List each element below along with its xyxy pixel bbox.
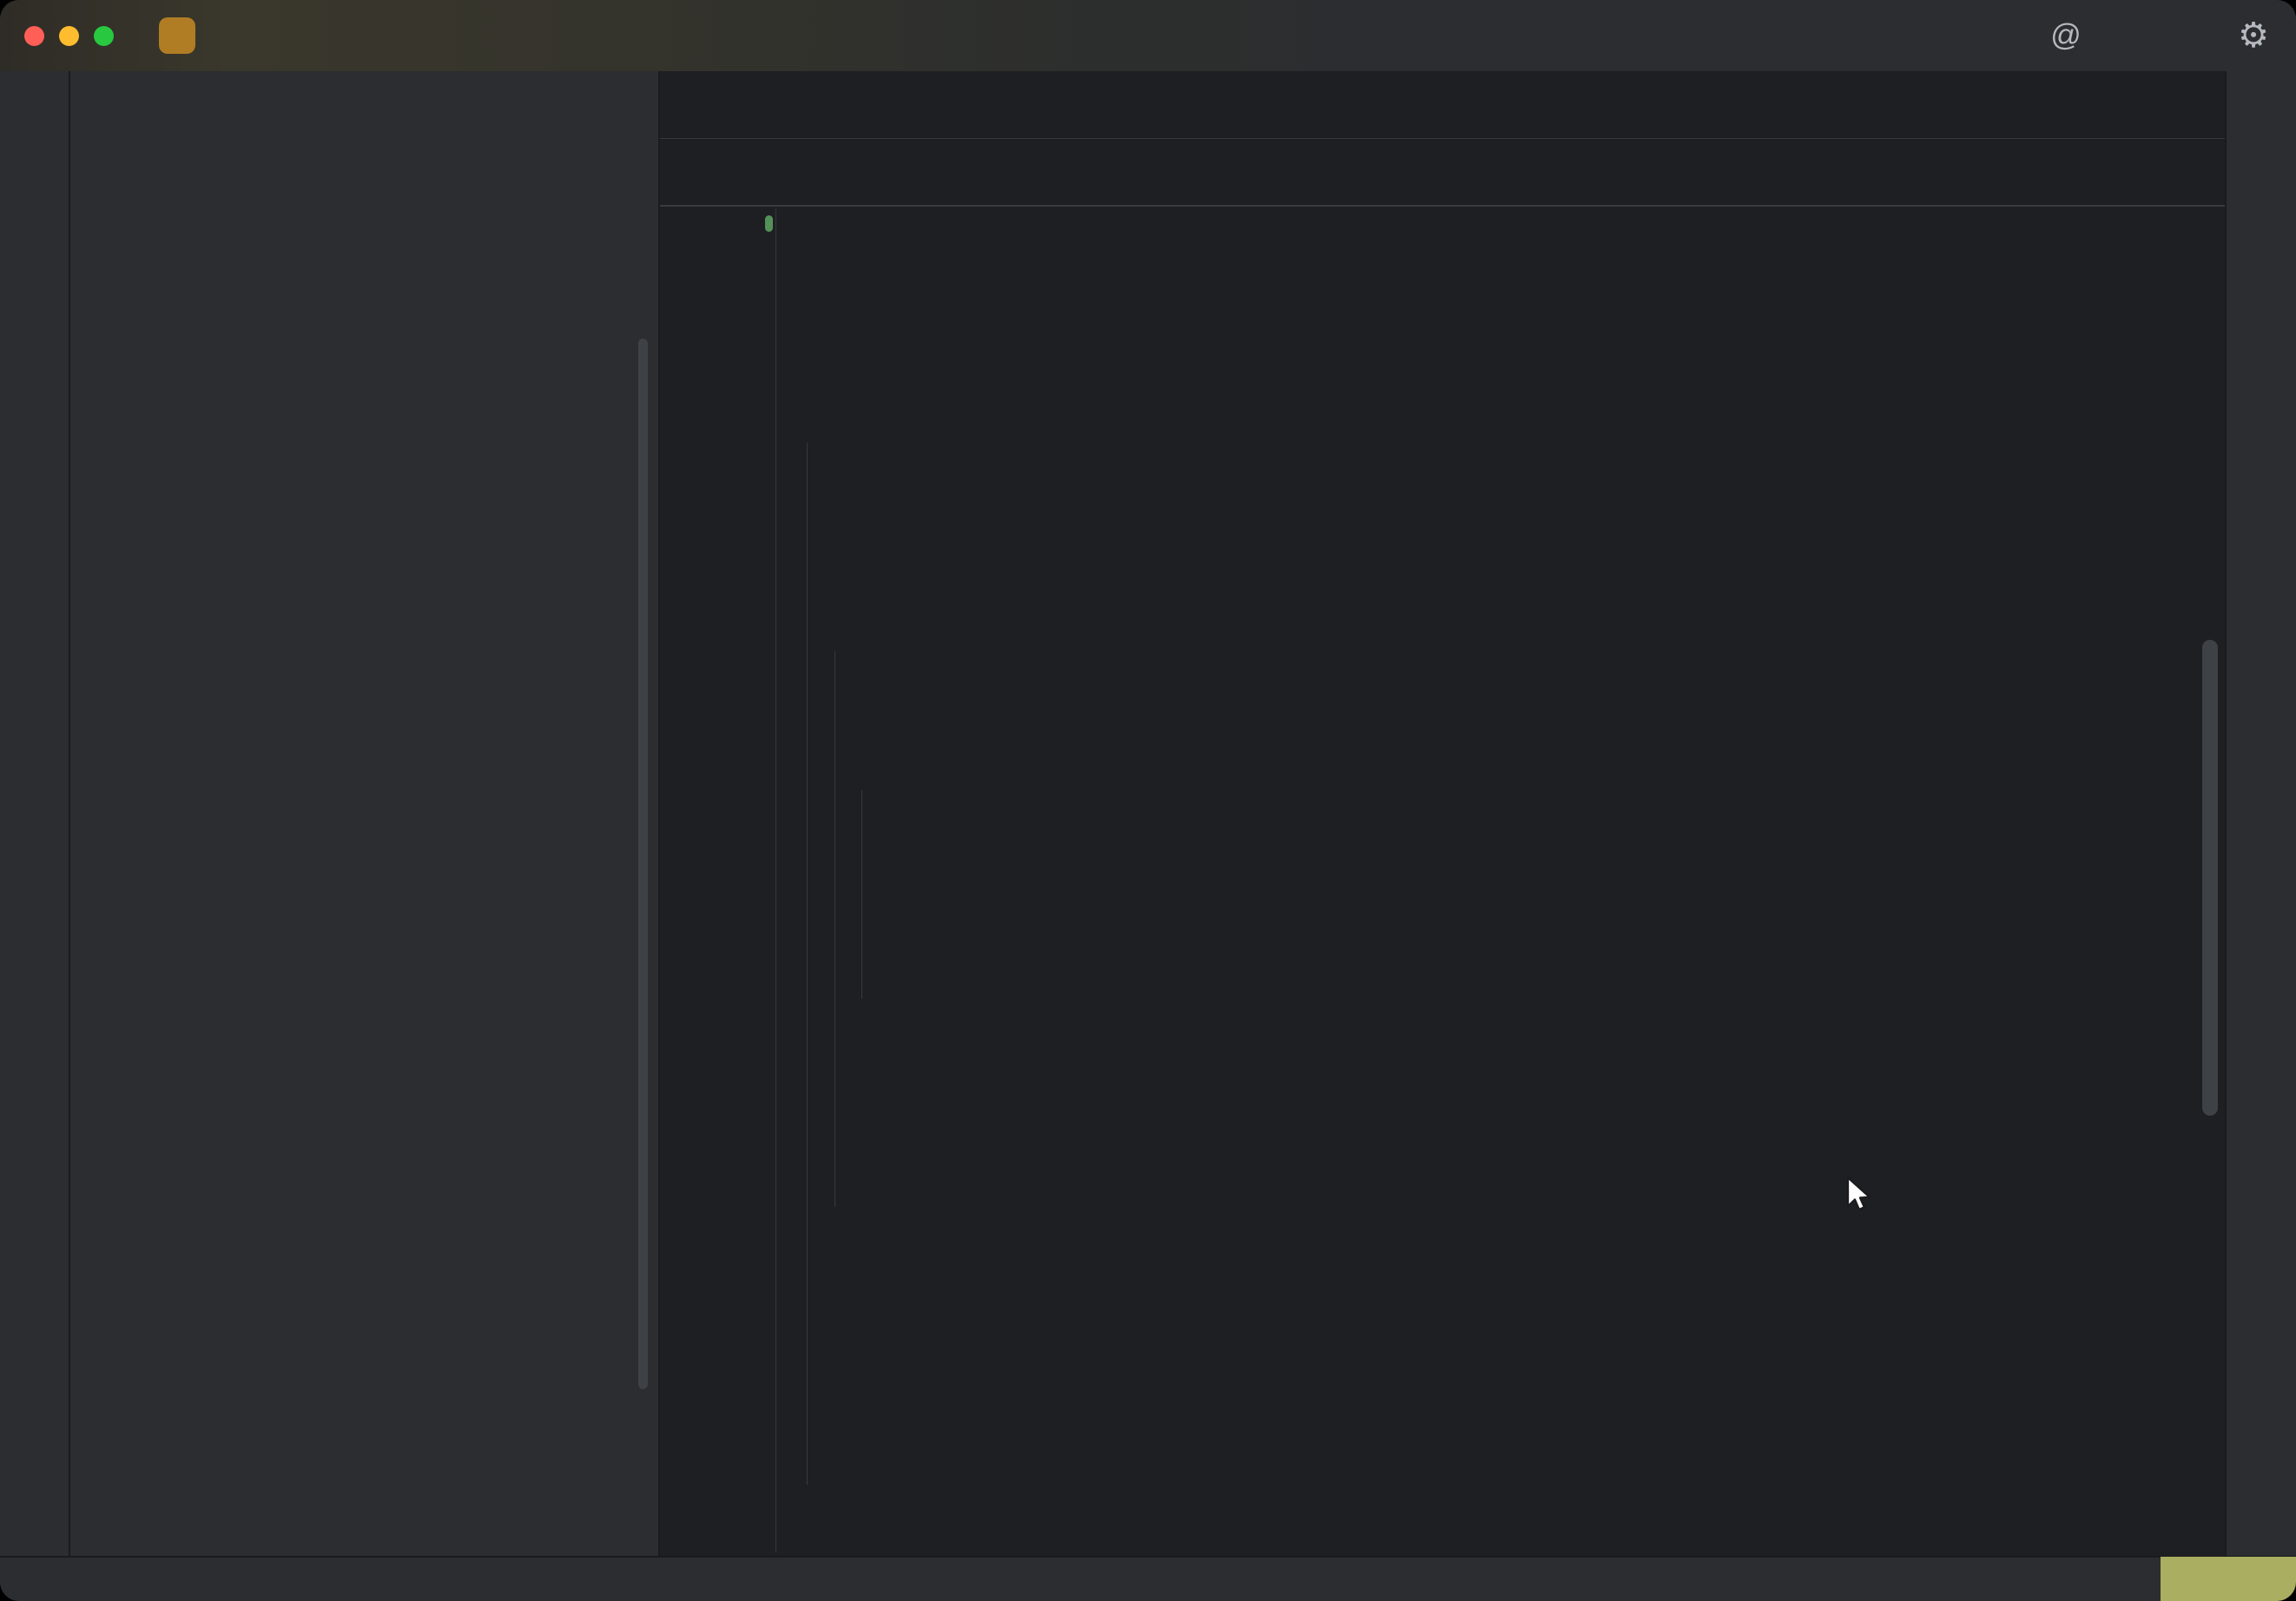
chevron-down-icon <box>469 26 488 45</box>
indent-guide <box>861 790 862 998</box>
chevron-down-icon <box>102 96 121 115</box>
right-tool-strip <box>2225 71 2296 1556</box>
project-widget[interactable] <box>159 0 241 71</box>
zoom-window-button[interactable] <box>94 26 114 46</box>
minimize-window-button[interactable] <box>59 26 79 46</box>
add-user-icon <box>2113 20 2144 51</box>
chevron-down-icon <box>1475 26 1494 45</box>
settings-button[interactable]: ⚙ <box>2233 16 2273 56</box>
sticky-class-header[interactable] <box>660 139 2225 207</box>
search-icon <box>2175 20 2207 51</box>
ai-assistant-button[interactable]: @ <box>2046 16 2086 56</box>
editor-tab-bar <box>660 71 2225 139</box>
chevron-down-icon <box>221 26 241 45</box>
indent-guide <box>807 443 808 1485</box>
run-configuration-widget <box>1422 0 1640 71</box>
status-bar <box>0 1556 2296 1601</box>
project-panel <box>70 71 658 1556</box>
tab-options-kebab-icon[interactable] <box>2166 90 2195 120</box>
git-branch-icon <box>424 22 452 49</box>
titlebar: @ ⚙ <box>0 0 2296 71</box>
at-spiral-icon: @ <box>2050 18 2082 53</box>
titlebar-global-actions: @ ⚙ <box>2046 0 2273 71</box>
debug-button[interactable] <box>1551 16 1591 56</box>
vcs-added-marker <box>765 215 773 232</box>
gear-icon: ⚙ <box>2238 18 2269 53</box>
kebab-icon <box>1606 22 1633 49</box>
inspections-ok-check-icon[interactable] <box>2181 151 2213 182</box>
spring-boot-icon <box>1422 20 1454 51</box>
project-badge <box>159 17 195 54</box>
run-button[interactable] <box>1502 16 1542 56</box>
ide-window: @ ⚙ <box>0 0 2296 1601</box>
close-window-button[interactable] <box>24 26 44 46</box>
branch-widget[interactable] <box>424 0 488 71</box>
left-tool-strip <box>0 71 70 1556</box>
editor <box>660 71 2225 1556</box>
project-tree <box>70 139 658 149</box>
code-area <box>660 208 2225 1556</box>
vim-plugin-icon[interactable] <box>2121 1566 2147 1592</box>
mouse-cursor <box>1839 1174 1874 1214</box>
more-run-options-button[interactable] <box>1600 16 1640 56</box>
play-icon <box>1507 20 1538 51</box>
project-panel-header[interactable] <box>70 71 658 139</box>
project-tree-scrollbar[interactable] <box>638 339 648 1389</box>
search-everywhere-button[interactable] <box>2171 16 2211 56</box>
editor-scrollbar-thumb[interactable] <box>2202 640 2218 1116</box>
traffic-lights <box>24 26 114 46</box>
vim-mode-badge[interactable] <box>2161 1557 2296 1601</box>
bug-icon <box>1555 20 1587 51</box>
code-with-me-button[interactable] <box>2108 16 2148 56</box>
